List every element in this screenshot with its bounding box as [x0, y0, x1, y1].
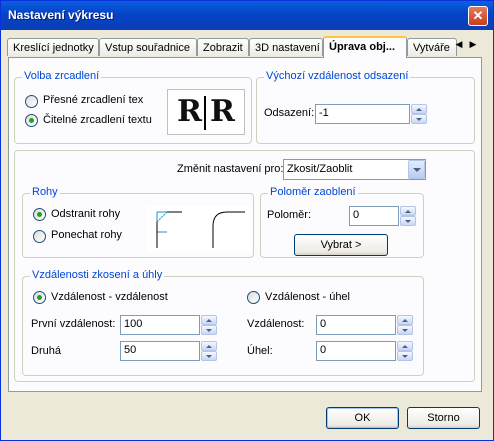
tab-coordinate-input[interactable]: Vstup souřadnice — [99, 38, 197, 56]
first-distance-label: První vzdálenost: — [31, 318, 116, 330]
chamfer-distance-distance-label[interactable]: Vzdálenost - vzdálenost — [51, 291, 168, 303]
spin-up-icon[interactable] — [400, 206, 416, 216]
spin-down-icon[interactable] — [201, 351, 217, 361]
first-distance-spinner[interactable] — [201, 315, 217, 335]
mirror-preview-right: R — [210, 94, 235, 129]
second-distance-input[interactable]: 50 — [120, 341, 200, 361]
offset-group: Výchozí vzdálenost odsazení Odsazení: -1 — [256, 70, 475, 144]
corners-trim-radio[interactable] — [33, 208, 46, 221]
corners-group-title: Rohy — [30, 186, 60, 198]
radius-group: Poloměr zaoblení Poloměr: 0 Vybrat > — [260, 186, 424, 258]
radius-group-title: Poloměr zaoblení — [268, 186, 358, 198]
mirror-group-title: Volba zrcadlení — [22, 70, 102, 82]
mirror-group: Volba zrcadlení Přesné zrcadlení tex Čit… — [14, 70, 252, 144]
tab-scroll-arrows: ◀ ▶ — [451, 36, 481, 53]
mirror-preview: R R — [167, 89, 245, 135]
tab-strip: Kreslící jednotky Vstup souřadnice Zobra… — [7, 36, 457, 58]
spin-down-icon[interactable] — [411, 114, 427, 124]
offset-group-title: Výchozí vzdálenost odsazení — [264, 70, 411, 82]
chamfer-group-title: Vzdálenosti zkosení a úhly — [30, 269, 165, 281]
settings-section: Změnit nastavení pro: Zkosit/Zaoblit Roh… — [14, 150, 475, 382]
select-radius-button[interactable]: Vybrat > — [294, 234, 388, 256]
second-distance-spinner[interactable] — [201, 341, 217, 361]
spin-down-icon[interactable] — [201, 325, 217, 335]
chamfer-distance-angle-radio[interactable] — [247, 291, 260, 304]
angle-input[interactable]: 0 — [316, 341, 396, 361]
mirror-readable-radio[interactable] — [25, 114, 38, 127]
corner-preview-icon — [156, 211, 245, 248]
tab-3d-settings[interactable]: 3D nastavení — [249, 38, 323, 56]
corners-preview — [147, 206, 251, 252]
first-distance-input[interactable]: 100 — [120, 315, 200, 335]
mirror-preview-left: R — [177, 94, 202, 129]
title-bar[interactable]: Nastavení výkresu ✕ — [1, 1, 493, 30]
spin-down-icon[interactable] — [397, 325, 413, 335]
offset-spinner[interactable] — [411, 104, 427, 124]
mirror-exact-radio[interactable] — [25, 95, 38, 108]
radius-spinner[interactable] — [400, 206, 416, 226]
distance-input[interactable]: 0 — [316, 315, 396, 335]
chamfer-group: Vzdálenosti zkosení a úhly Vzdálenost - … — [22, 269, 424, 376]
spin-up-icon[interactable] — [397, 341, 413, 351]
angle-label: Úhel: — [247, 345, 273, 357]
tab-entity-modification[interactable]: Úprava obj... — [323, 36, 407, 58]
dialog-window: Nastavení výkresu ✕ Kreslící jednotky Vs… — [0, 0, 494, 441]
spin-up-icon[interactable] — [201, 315, 217, 325]
tab-panel: Volba zrcadlení Přesné zrcadlení tex Čit… — [8, 57, 482, 392]
offset-label: Odsazení: — [264, 107, 315, 119]
mirror-axis-line — [204, 96, 206, 130]
spin-down-icon[interactable] — [397, 351, 413, 361]
tab-entity-creation[interactable]: Vytváře — [407, 38, 457, 56]
spin-down-icon[interactable] — [400, 216, 416, 226]
mirror-exact-label[interactable]: Přesné zrcadlení tex — [43, 94, 143, 106]
radius-input[interactable]: 0 — [349, 206, 399, 226]
angle-spinner[interactable] — [397, 341, 413, 361]
chamfer-distance-angle-label[interactable]: Vzdálenost - úhel — [265, 291, 350, 303]
spin-up-icon[interactable] — [411, 104, 427, 114]
offset-input[interactable]: -1 — [315, 104, 410, 124]
corners-group: Rohy Odstranit rohy Ponechat rohy — [22, 186, 254, 258]
corners-keep-radio[interactable] — [33, 230, 46, 243]
change-settings-select[interactable]: Zkosit/Zaoblit — [283, 159, 426, 180]
chamfer-distance-distance-radio[interactable] — [33, 291, 46, 304]
change-settings-label: Změnit nastavení pro: — [177, 163, 284, 175]
distance-spinner[interactable] — [397, 315, 413, 335]
corners-trim-label[interactable]: Odstranit rohy — [51, 208, 120, 220]
cancel-button[interactable]: Storno — [407, 407, 480, 429]
close-button[interactable]: ✕ — [468, 6, 488, 26]
radius-label: Poloměr: — [267, 209, 312, 221]
window-title: Nastavení výkresu — [8, 8, 114, 22]
chevron-down-icon[interactable] — [408, 160, 425, 179]
tab-display[interactable]: Zobrazit — [197, 38, 249, 56]
mirror-readable-label[interactable]: Čitelné zrcadlení textu — [43, 114, 152, 126]
distance-label: Vzdálenost: — [247, 318, 305, 330]
corners-keep-label[interactable]: Ponechat rohy — [51, 229, 122, 241]
change-settings-value: Zkosit/Zaoblit — [287, 163, 353, 175]
tab-scroll-left-icon[interactable]: ◀ — [452, 36, 466, 52]
second-distance-label: Druhá — [31, 345, 61, 357]
spin-up-icon[interactable] — [397, 315, 413, 325]
ok-button[interactable]: OK — [326, 407, 399, 429]
tab-drawing-units[interactable]: Kreslící jednotky — [7, 38, 99, 56]
spin-up-icon[interactable] — [201, 341, 217, 351]
tab-scroll-right-icon[interactable]: ▶ — [466, 36, 480, 52]
